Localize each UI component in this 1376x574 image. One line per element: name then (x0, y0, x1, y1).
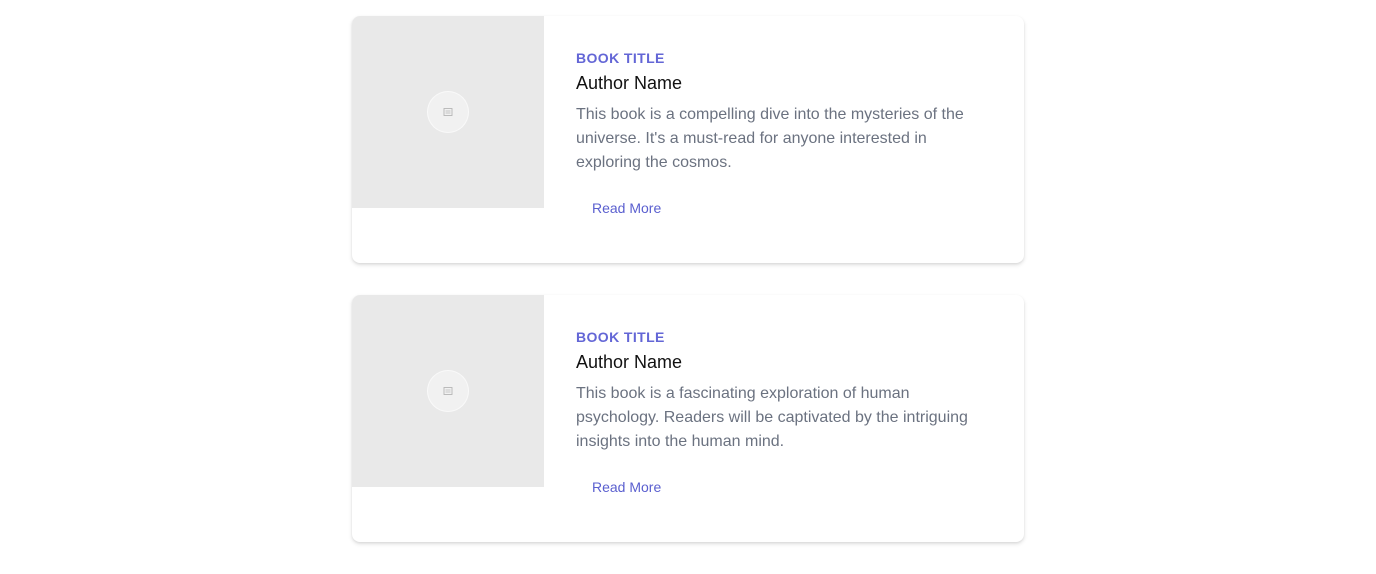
book-cover-placeholder (352, 295, 544, 487)
image-placeholder-icon (427, 370, 469, 412)
book-cover-placeholder (352, 16, 544, 208)
author-name: Author Name (576, 73, 683, 93)
book-card-content: Book Title Author Name This book is a co… (576, 49, 992, 218)
book-card-content: Book Title Author Name This book is a fa… (576, 328, 992, 497)
book-list: Book Title Author Name This book is a co… (352, 16, 1024, 574)
read-more-link[interactable]: Read More (592, 199, 661, 217)
book-card: Book Title Author Name This book is a fa… (352, 295, 1024, 542)
book-description: This book is a fascinating exploration o… (576, 385, 968, 450)
image-placeholder-icon (427, 91, 469, 133)
read-more-link[interactable]: Read More (592, 478, 661, 496)
author-name: Author Name (576, 352, 683, 372)
book-card: Book Title Author Name This book is a co… (352, 16, 1024, 263)
book-title: Book Title (576, 50, 665, 66)
book-description: This book is a compelling dive into the … (576, 106, 964, 171)
book-title: Book Title (576, 329, 665, 345)
